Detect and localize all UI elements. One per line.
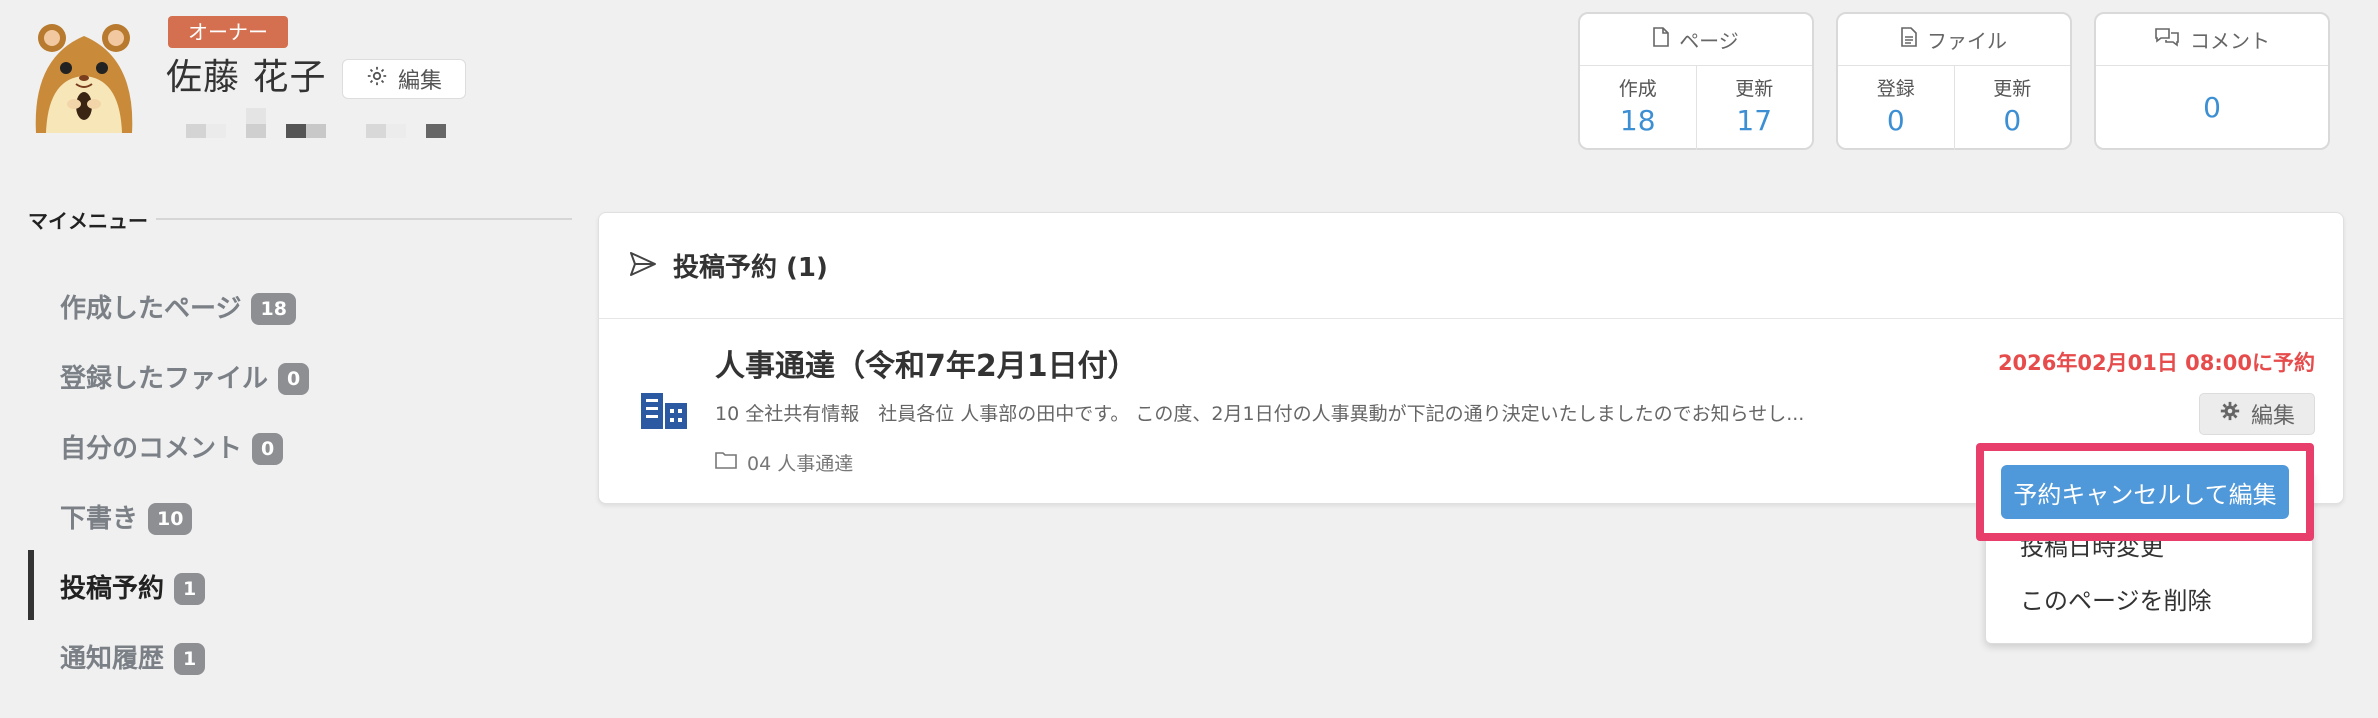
stat-comments-title: コメント [2190,29,2270,53]
stat-card-files: ファイル 登録 0 更新 0 [1836,12,2072,150]
sidebar-item-drafts[interactable]: 下書き 10 [60,494,193,538]
article-excerpt: 10 全社共有情報 社員各位 人事部の田中です。 この度、2月1日付の人事異動が… [715,403,1805,425]
article-edit-button[interactable]: 編集 [2199,393,2315,435]
sidebar-item-my-comments[interactable]: 自分のコメント 0 [60,424,284,468]
my-menu-title: マイメニュー [28,209,148,233]
sidebar-item-label: 自分のコメント [60,433,243,464]
avatar [28,18,140,133]
article-edit-label: 編集 [2250,404,2295,429]
menu-item-delete-page[interactable]: このページを削除 [2020,581,2212,616]
sidebar-item-created-pages[interactable]: 作成したページ 18 [60,284,296,328]
gear-icon [2219,400,2241,428]
page-icon [1653,27,1669,52]
stat-pages-created[interactable]: 作成 18 [1580,66,1696,150]
article-title[interactable]: 人事通達（令和7年2月1日付） [715,341,1138,385]
send-icon [629,251,657,281]
edit-profile-button[interactable]: 編集 [342,59,466,99]
sidebar-item-label: 下書き [60,503,139,534]
count-badge: 10 [148,503,193,535]
stat-files-registered[interactable]: 登録 0 [1838,66,1954,150]
file-text-icon [1901,27,1917,52]
my-menu-divider [156,218,572,220]
building-icon [639,391,689,435]
owner-badge: オーナー [168,16,288,48]
article-folder[interactable]: 04 人事通達 [715,449,853,476]
count-badge: 0 [252,433,284,465]
stat-pages-title: ページ [1679,29,1739,53]
edit-profile-label: 編集 [397,69,442,94]
folder-label: 04 人事通達 [747,453,854,475]
count-badge: 0 [278,363,310,395]
stat-comments-count[interactable]: 0 [2096,66,2328,150]
user-name: 佐藤 花子 [166,57,327,98]
sidebar-item-label: 通知履歴 [60,643,165,674]
sidebar-item-label: 作成したページ [60,293,242,324]
stat-files-updated[interactable]: 更新 0 [1953,66,2071,150]
stat-card-comments: コメント 0 [2094,12,2330,150]
stat-card-pages: ページ 作成 18 更新 17 [1578,12,1814,150]
active-indicator [28,550,34,620]
sidebar-item-registered-files[interactable]: 登録したファイル 0 [60,354,310,398]
cancel-schedule-and-edit-button[interactable]: 予約キャンセルして編集 [2001,465,2289,519]
sidebar-item-label: 投稿予約 [60,573,165,604]
panel-title: 投稿予約 (1) [673,253,828,283]
count-badge: 1 [174,573,206,605]
count-badge: 1 [174,643,206,675]
stat-files-title: ファイル [1927,29,2007,53]
gear-icon [366,65,388,93]
sidebar-item-label: 登録したファイル [60,363,269,394]
comments-icon [2154,27,2180,52]
scheduled-datetime: 2026年02月01日 08:00に予約 [1997,351,2315,375]
highlight-frame: 予約キャンセルして編集 [1976,443,2314,541]
sidebar-item-notification-history[interactable]: 通知履歴 1 [60,634,206,678]
count-badge: 18 [251,293,296,325]
folder-icon [715,451,737,474]
sidebar-item-scheduled-posts[interactable]: 投稿予約 1 [60,564,206,608]
stat-pages-updated[interactable]: 更新 17 [1695,66,1813,150]
